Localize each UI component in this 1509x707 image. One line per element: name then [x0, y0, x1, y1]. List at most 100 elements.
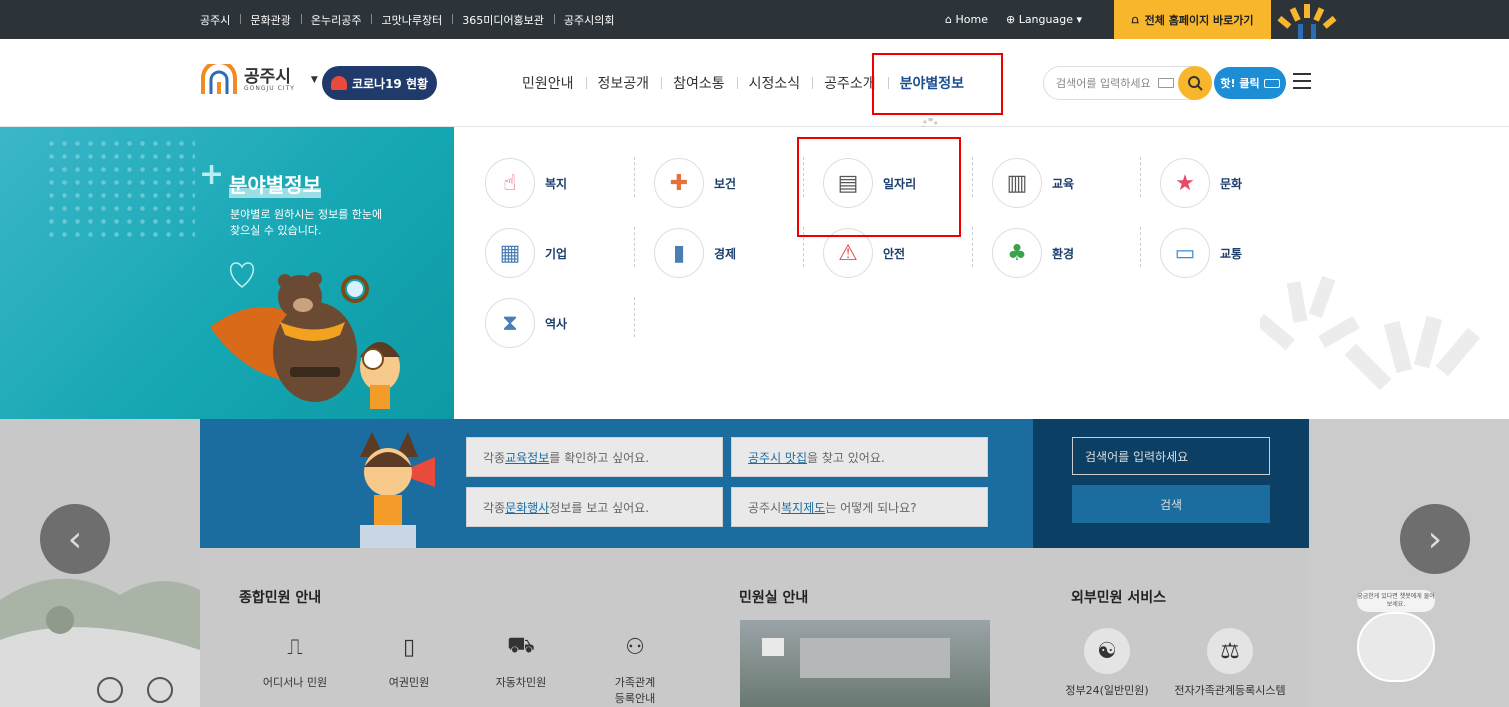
- divider: [634, 227, 635, 267]
- service-car[interactable]: ⛟ 자동차민원: [476, 632, 566, 690]
- field-item-label: 문화: [1220, 176, 1243, 191]
- logo-name-ko: 공주시: [244, 66, 291, 87]
- civil-office-photo: [740, 620, 990, 707]
- mega-menu-items: ☝ 복지 ✚ 보건 ▤ 일자리 ▥ 교육 ★ 문화 ▦ 기업 ▮ 경제 ⚠ 안전 ♣ 환경 ▭ 교통…: [454, 127, 1509, 419]
- siren-icon: [330, 76, 347, 90]
- education-icon: ▥: [992, 158, 1042, 208]
- family-site-links: 공주시 문화관광 온누리공주 고맛나루장터 365미디어홍보관 공주시의회: [200, 0, 625, 39]
- field-item-label: 안전: [883, 246, 906, 261]
- quick-question-panel: 각종 교육정보 를 확인하고 싶어요. 공주시 맛집 을 찾고 있어요. 각종 문화…: [200, 419, 1033, 548]
- quick-question-item[interactable]: 공주시 복지제도 는 어떻게 되나요?: [731, 487, 988, 527]
- topbar-link[interactable]: 365미디어홍보관: [452, 12, 554, 28]
- quick-question-item[interactable]: 각종 교육정보 를 확인하고 싶어요.: [466, 437, 723, 477]
- home-link[interactable]: ⌂ Home: [945, 13, 988, 26]
- caret-down-icon[interactable]: ▼: [311, 75, 318, 85]
- landscape-illustration: [0, 578, 200, 707]
- keyboard-icon[interactable]: [1158, 78, 1174, 88]
- civil-section-title: 종합민원 안내: [239, 590, 322, 606]
- header-search[interactable]: 검색어를 입력하세요: [1043, 66, 1212, 100]
- topbar-link[interactable]: 공주시: [200, 12, 240, 28]
- side-search-button[interactable]: 검색: [1072, 485, 1270, 523]
- field-item-environment[interactable]: ♣ 환경: [992, 228, 1152, 278]
- quick-question-item[interactable]: 각종 문화행사 정보를 보고 싶어요.: [466, 487, 723, 527]
- topbar-link[interactable]: 공주시의회: [553, 12, 625, 28]
- language-dropdown[interactable]: ⊕ Language ▾: [1006, 13, 1082, 26]
- plus-icon: +: [199, 157, 225, 192]
- field-item-label: 교육: [1052, 176, 1075, 191]
- mascot-illustration: [210, 272, 400, 409]
- gnb-item-civil[interactable]: 민원안내: [510, 73, 586, 93]
- passport-icon: ▯: [402, 634, 416, 660]
- side-search-panel: 검색어를 입력하세요 검색: [1033, 419, 1309, 548]
- search-button[interactable]: [1178, 66, 1212, 100]
- full-site-button[interactable]: ⩍ 전체 홈페이지 바로가기: [1114, 0, 1271, 39]
- divider: [1140, 227, 1141, 267]
- question-link[interactable]: 공주시 맛집: [748, 449, 807, 466]
- question-text: 를 확인하고 싶어요.: [549, 450, 650, 465]
- service-family[interactable]: ⚇ 가족관계 등록안내: [590, 632, 680, 706]
- chatbot-bubble: 궁금한게 있다면 챗봇에게 물어보세요.: [1357, 590, 1435, 612]
- field-item-education[interactable]: ▥ 교육: [992, 158, 1152, 208]
- welfare-icon: ☝: [485, 158, 535, 208]
- question-link[interactable]: 복지제도: [781, 499, 825, 516]
- topbar-link[interactable]: 문화관광: [240, 12, 300, 28]
- history-icon: ⧗: [485, 298, 535, 348]
- question-link[interactable]: 교육정보: [505, 449, 549, 466]
- highlight-box-gnb: [872, 53, 1003, 115]
- external-section-title: 외부민원 서비스: [1071, 590, 1167, 606]
- mascot-megaphone-illustration: [360, 432, 435, 548]
- sun-decoration: [1277, 4, 1337, 39]
- question-link[interactable]: 문화행사: [505, 499, 549, 516]
- field-item-transport[interactable]: ▭ 교통: [1160, 228, 1320, 278]
- covid-status-button[interactable]: 코로나19 현황: [322, 66, 437, 100]
- full-site-label: 전체 홈페이지 바로가기: [1144, 13, 1254, 27]
- service-passport[interactable]: ▯ 여권민원: [364, 632, 454, 690]
- field-item-health[interactable]: ✚ 보건: [654, 158, 814, 208]
- globe-icon: ⊕: [1005, 13, 1016, 26]
- field-item-label: 역사: [545, 316, 568, 331]
- field-item-company[interactable]: ▦ 기업: [485, 228, 645, 278]
- logo-name-en: GONGJU CITY: [244, 84, 295, 92]
- covid-label: 코로나19 현황: [351, 76, 429, 91]
- divider: [972, 157, 973, 197]
- language-label: Language: [1018, 13, 1073, 26]
- field-item-culture[interactable]: ★ 문화: [1160, 158, 1320, 208]
- gnb-item-news[interactable]: 시정소식: [736, 73, 813, 93]
- field-item-welfare[interactable]: ☝ 복지: [485, 158, 645, 208]
- top-utility-bar: 공주시 문화관광 온누리공주 고맛나루장터 365미디어홍보관 공주시의회 ⌂ …: [0, 0, 1509, 39]
- quick-question-item[interactable]: 공주시 맛집 을 찾고 있어요.: [731, 437, 988, 477]
- service-anywhere[interactable]: ⎍ 어디서나 민원: [250, 632, 340, 690]
- mega-menu-title: 분야별정보: [229, 169, 321, 198]
- economy-icon: ▮: [654, 228, 704, 278]
- service-family-registry[interactable]: ⚖ 전자가족관계등록시스템: [1165, 628, 1295, 698]
- gnb-item-info[interactable]: 정보공개: [585, 73, 662, 93]
- family-icon: ⚇: [625, 634, 645, 660]
- topbar-link[interactable]: 온누리공주: [300, 12, 372, 28]
- hot-click-label: 핫! 클릭: [1220, 77, 1260, 90]
- site-logo[interactable]: 공주시 GONGJU CITY ▼: [200, 64, 318, 96]
- field-item-economy[interactable]: ▮ 경제: [654, 228, 814, 278]
- field-item-label: 경제: [714, 246, 737, 261]
- chatbot-badge[interactable]: 궁금한게 있다면 챗봇에게 물어보세요.: [1357, 590, 1435, 682]
- divider: [1140, 157, 1141, 197]
- question-text: 정보를 보고 싶어요.: [549, 500, 650, 515]
- hamburger-menu-icon[interactable]: [1293, 73, 1311, 89]
- field-item-label: 기업: [545, 246, 568, 261]
- hot-click-button[interactable]: 핫! 클릭: [1214, 67, 1286, 99]
- search-input[interactable]: 검색어를 입력하세요: [1056, 75, 1151, 91]
- topbar-link[interactable]: 고맛나루장터: [371, 12, 452, 28]
- company-icon: ▦: [485, 228, 535, 278]
- side-search-input[interactable]: 검색어를 입력하세요: [1072, 437, 1270, 475]
- field-item-history[interactable]: ⧗ 역사: [485, 298, 645, 348]
- service-gov24[interactable]: ☯ 정부24(일반민원): [1062, 628, 1152, 698]
- dot-pattern: [45, 137, 195, 237]
- field-item-label: 환경: [1052, 246, 1075, 261]
- home-label: Home: [955, 13, 988, 26]
- gnb-item-participation[interactable]: 참여소통: [661, 73, 737, 93]
- utility-links: ⌂ Home ⊕ Language ▾: [945, 0, 1082, 39]
- service-label: 어디서나 민원: [262, 676, 328, 689]
- office-section-title: 민원실 안내: [739, 590, 809, 606]
- carousel-next-button[interactable]: ›: [1400, 504, 1470, 574]
- transport-icon: ▭: [1160, 228, 1210, 278]
- service-label: 가족관계 등록안내: [614, 676, 656, 705]
